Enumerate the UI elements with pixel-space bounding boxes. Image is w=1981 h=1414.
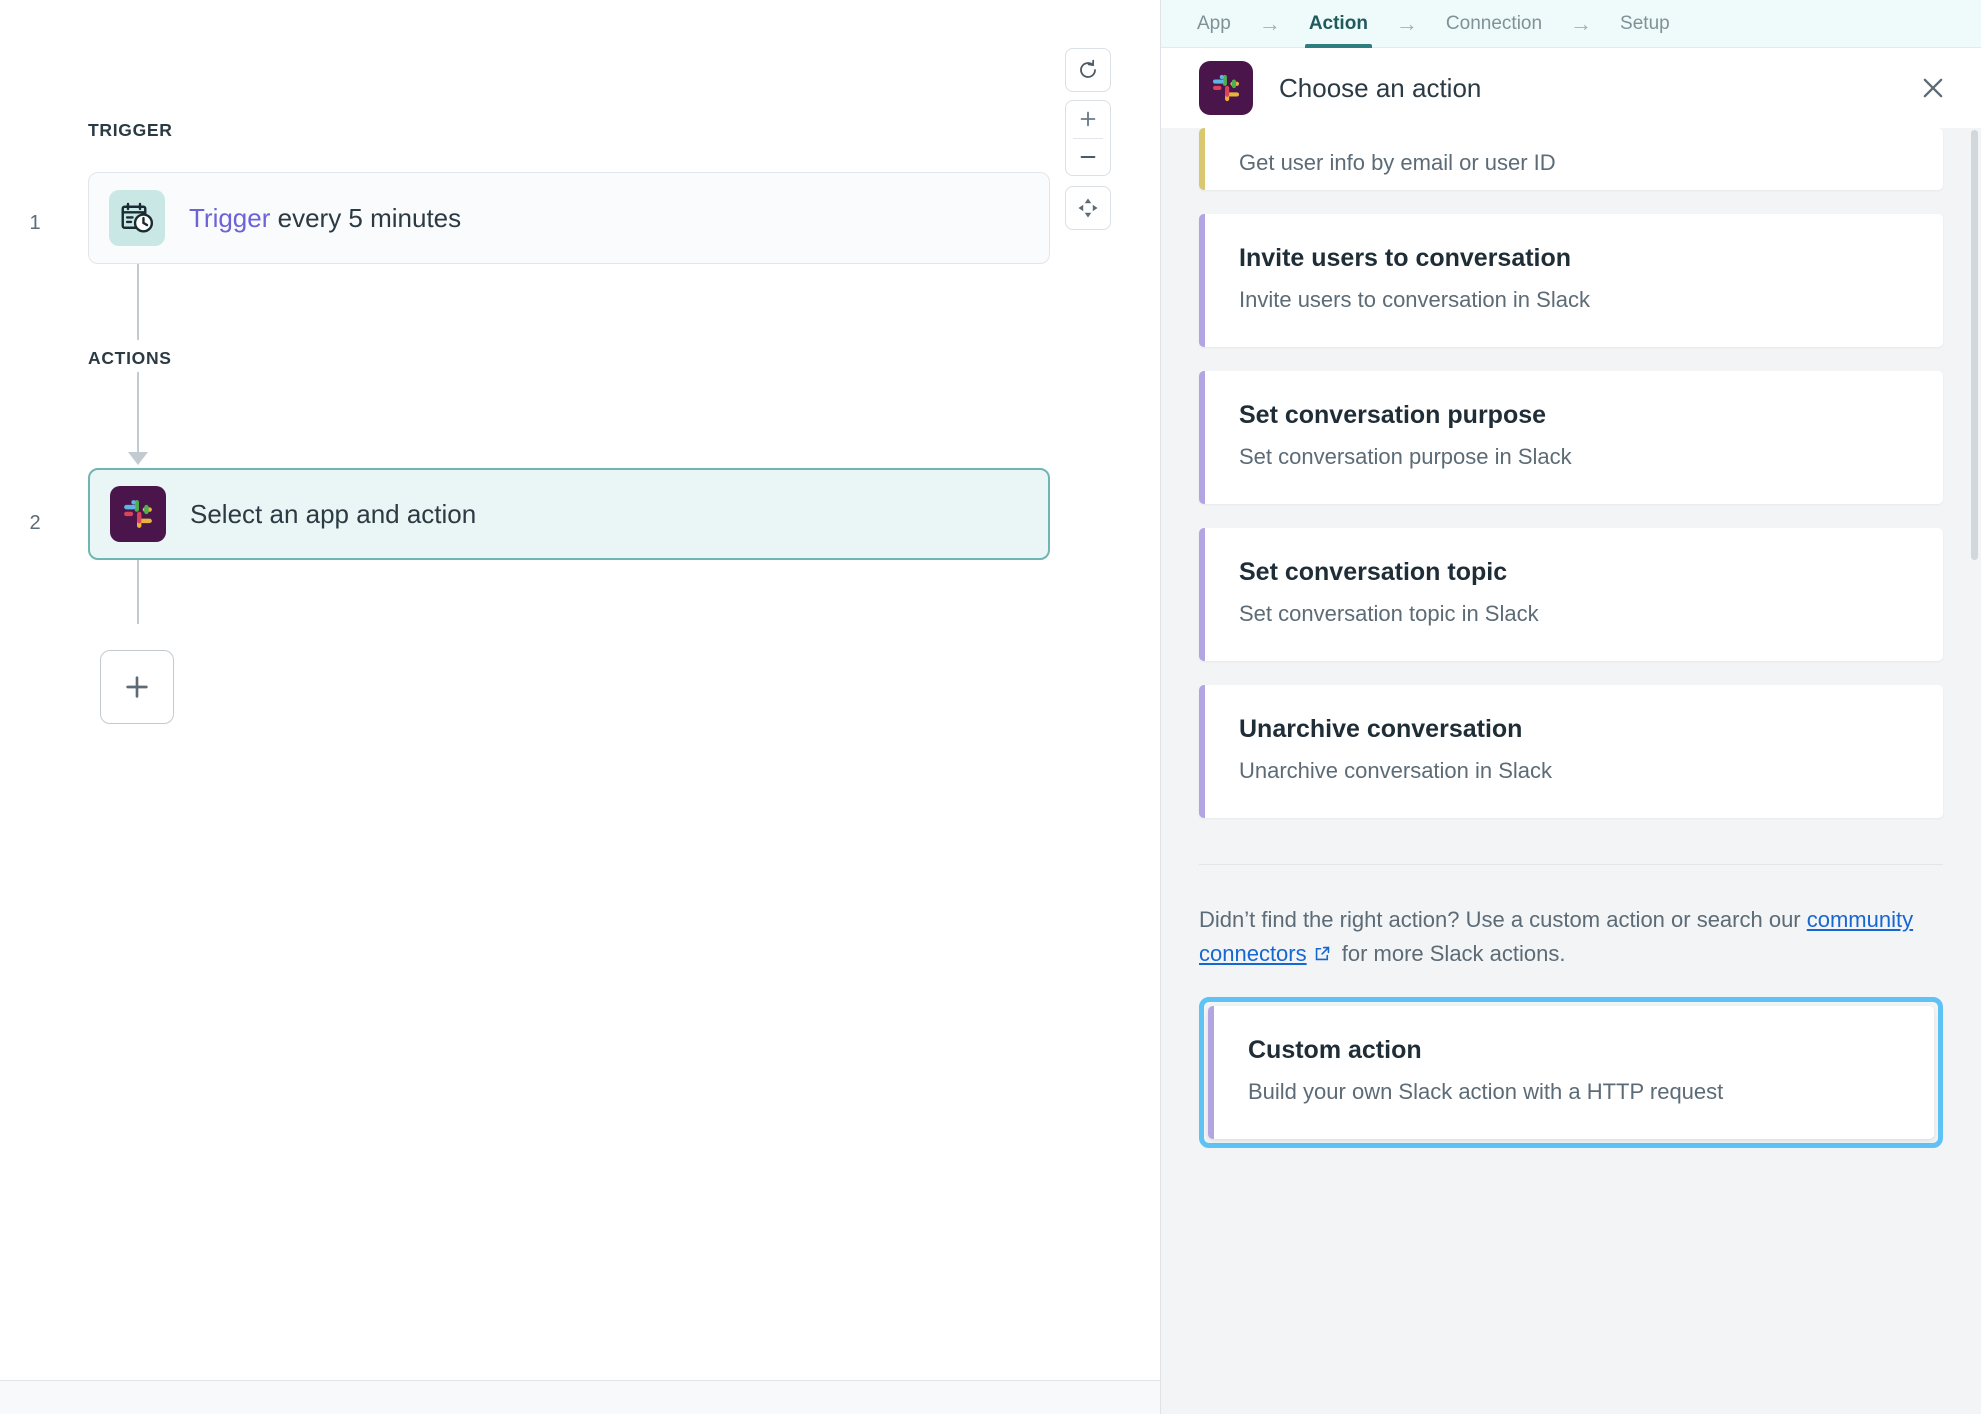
tab-action[interactable]: Action	[1303, 0, 1374, 48]
action-step-text: Select an app and action	[190, 499, 476, 530]
tab-setup[interactable]: Setup	[1614, 0, 1676, 48]
close-icon	[1919, 74, 1947, 102]
action-list-item[interactable]: Unarchive conversation Unarchive convers…	[1199, 685, 1943, 818]
custom-action-hint: Didn’t find the right action? Use a cust…	[1199, 903, 1943, 973]
custom-action-focus-ring: Custom action Build your own Slack actio…	[1199, 997, 1943, 1148]
custom-action-title: Custom action	[1248, 1036, 1900, 1065]
plus-icon	[1077, 108, 1099, 130]
action-item-description: Invite users to conversation in Slack	[1239, 287, 1909, 313]
tab-connection[interactable]: Connection	[1440, 0, 1548, 48]
action-list[interactable]: Get user info by email or user ID Invite…	[1161, 128, 1981, 1414]
zoom-controls[interactable]	[1065, 100, 1111, 176]
action-list-item[interactable]: Set conversation topic Set conversation …	[1199, 528, 1943, 661]
action-list-item[interactable]: Invite users to conversation Invite user…	[1199, 214, 1943, 347]
actions-section-label: ACTIONS	[88, 348, 172, 369]
tab-app[interactable]: App	[1191, 0, 1237, 48]
page-title: Choose an action	[1279, 73, 1911, 104]
trigger-step-accent-text: Trigger	[189, 203, 270, 233]
trigger-step-rest-text: every 5 minutes	[270, 203, 461, 233]
plus-icon	[121, 671, 153, 703]
action-item-description: Set conversation topic in Slack	[1239, 601, 1909, 627]
action-list-item[interactable]: Set conversation purpose Set conversatio…	[1199, 371, 1943, 504]
connector-line	[137, 264, 139, 340]
wizard-tabs: App → Action → Connection → Setup	[1161, 0, 1981, 48]
custom-action-card[interactable]: Custom action Build your own Slack actio…	[1208, 1006, 1934, 1139]
action-item-title: Invite users to conversation	[1239, 244, 1909, 273]
slack-icon	[110, 486, 166, 542]
action-item-description: Set conversation purpose in Slack	[1239, 444, 1909, 470]
canvas-bottom-strip	[0, 1380, 1160, 1414]
external-link-icon	[1313, 939, 1332, 973]
action-item-description: Get user info by email or user ID	[1239, 150, 1556, 190]
fit-to-view-button[interactable]	[1065, 186, 1111, 230]
workflow-canvas[interactable]: TRIGGER 1 Trigger every 5 minutes	[0, 0, 1160, 1414]
calendar-clock-icon	[109, 190, 165, 246]
custom-action-description: Build your own Slack action with a HTTP …	[1248, 1079, 1900, 1105]
slack-icon	[1199, 61, 1253, 115]
action-item-title: Unarchive conversation	[1239, 715, 1909, 744]
minus-icon	[1077, 146, 1099, 168]
workflow-step-trigger[interactable]: Trigger every 5 minutes	[88, 172, 1050, 264]
hint-trail-text: for more Slack actions.	[1336, 941, 1566, 966]
action-chooser-panel: App → Action → Connection → Setup	[1160, 0, 1981, 1414]
panel-header: Choose an action	[1161, 48, 1981, 128]
automation-editor: TRIGGER 1 Trigger every 5 minutes	[0, 0, 1981, 1414]
action-item-description: Unarchive conversation in Slack	[1239, 758, 1909, 784]
panel-scrollbar[interactable]	[1971, 130, 1978, 560]
connector-arrow-icon	[128, 452, 148, 465]
trigger-step-text: Trigger every 5 minutes	[189, 203, 461, 234]
zoom-in-button[interactable]	[1066, 101, 1110, 138]
workflow-step-action[interactable]: Select an app and action	[88, 468, 1050, 560]
hint-lead-text: Didn’t find the right action? Use a cust…	[1199, 907, 1807, 932]
reset-arrow-icon	[1076, 58, 1100, 82]
action-list-item[interactable]: Get user info by email or user ID	[1199, 128, 1943, 190]
tab-arrow-icon: →	[1237, 11, 1303, 37]
add-step-button[interactable]	[100, 650, 174, 724]
tab-arrow-icon: →	[1374, 11, 1440, 37]
close-button[interactable]	[1911, 66, 1955, 110]
action-item-title: Set conversation purpose	[1239, 401, 1909, 430]
zoom-out-button[interactable]	[1066, 139, 1110, 176]
trigger-section-label: TRIGGER	[88, 120, 173, 141]
tab-arrow-icon: →	[1548, 11, 1614, 37]
step-number-1: 1	[20, 212, 50, 235]
action-item-title: Set conversation topic	[1239, 558, 1909, 587]
step-number-2: 2	[20, 512, 50, 535]
section-divider	[1199, 864, 1943, 865]
connector-line	[137, 372, 139, 460]
four-arrows-icon	[1075, 195, 1101, 221]
connector-line	[137, 560, 139, 624]
reset-view-button[interactable]	[1065, 48, 1111, 92]
